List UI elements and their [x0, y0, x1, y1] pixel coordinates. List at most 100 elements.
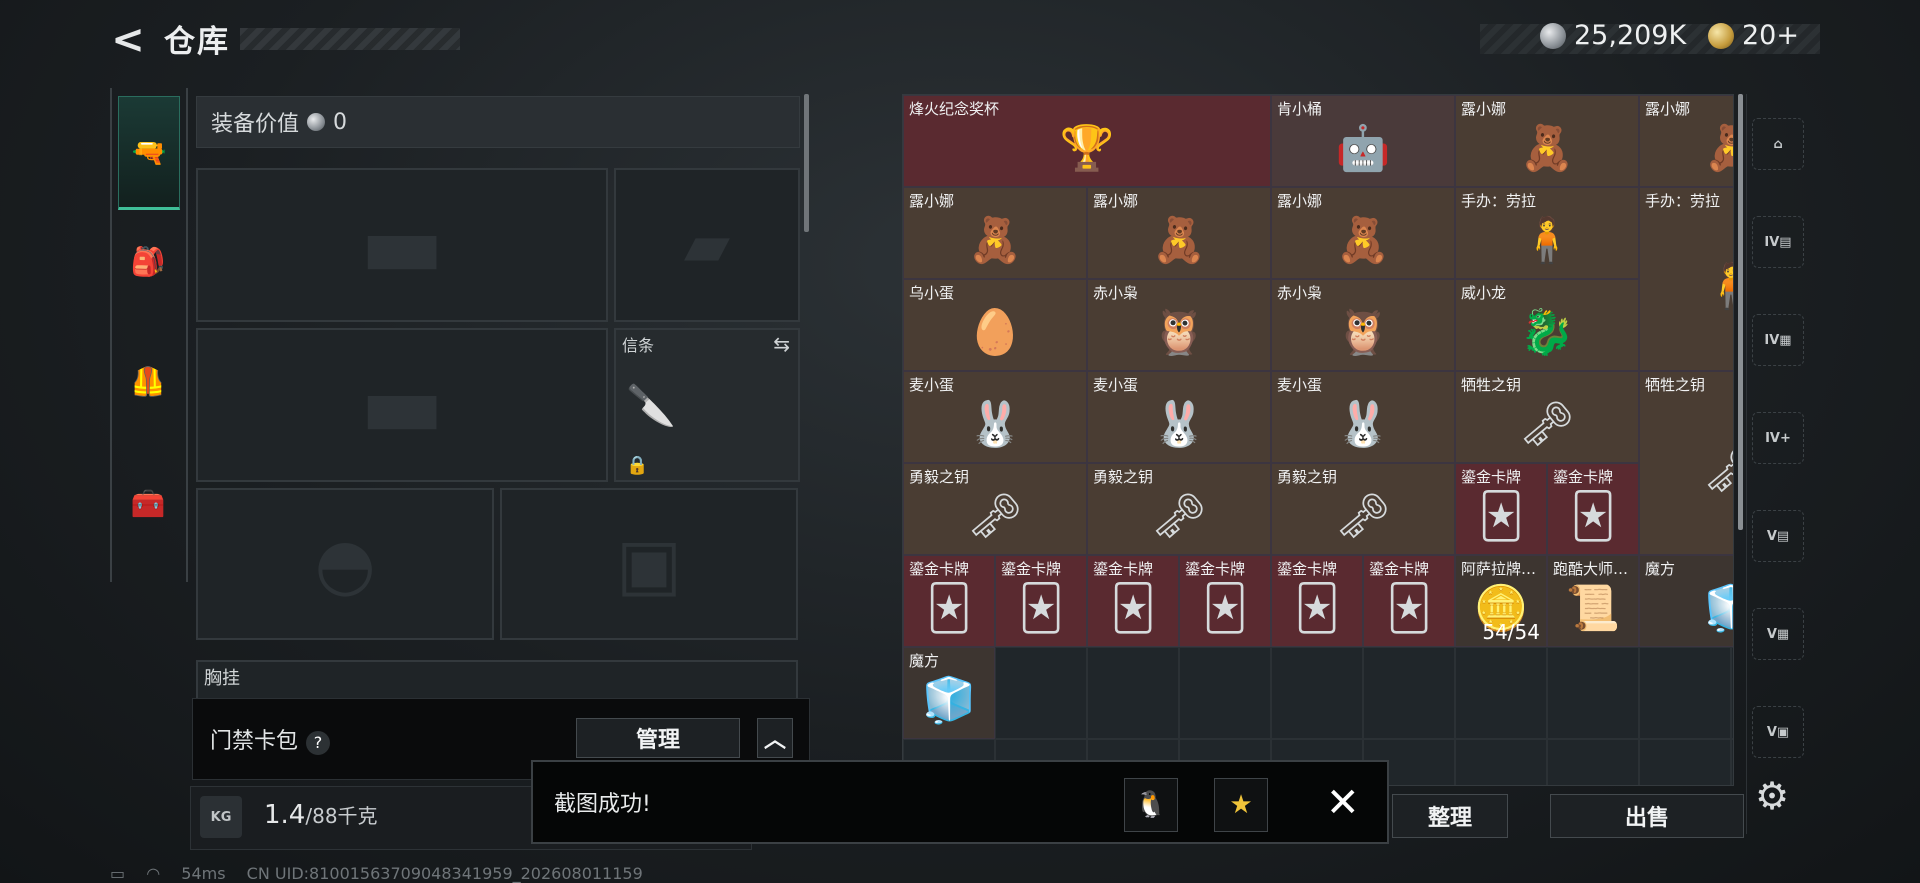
helmet-slot[interactable]: ◓ [196, 488, 494, 640]
inventory-item[interactable]: 勇毅之钥 🗝 [903, 463, 1087, 555]
storage-iv-1-icon[interactable]: IV▤ [1752, 216, 1804, 268]
grid-cell-empty[interactable] [1179, 647, 1271, 739]
grid-cell-empty[interactable] [1455, 739, 1547, 785]
status-bar: ▭ ◠ 54ms CN UID:81001563709048341959_202… [110, 864, 659, 883]
access-card-label: 门禁卡包? [210, 723, 331, 755]
inventory-item[interactable]: 露小娜🧸 [1639, 95, 1733, 187]
inventory-item[interactable]: 麦小蛋 🐰 [1087, 371, 1271, 463]
inventory-item[interactable]: 魔方🧊 [903, 647, 995, 739]
grid-cell-empty[interactable] [1455, 647, 1547, 739]
helmet-silhouette-icon: ◓ [314, 523, 376, 605]
inventory-item[interactable]: 鎏金卡牌 🃏 [995, 555, 1087, 647]
inventory-item[interactable]: 勇毅之钥 🗝 [1087, 463, 1271, 555]
item-icon: 🧊 [1640, 570, 1733, 646]
back-arrow-icon[interactable]: < [108, 18, 148, 62]
grid-cell-empty[interactable] [1547, 647, 1639, 739]
vest-icon: 🦺 [130, 364, 166, 398]
item-icon: 🧸 [1519, 123, 1575, 174]
close-icon[interactable]: ✕ [1326, 780, 1360, 826]
star-share-icon[interactable]: ★ [1214, 778, 1268, 832]
primary-weapon-slot[interactable]: ▬ [196, 168, 608, 322]
grid-cell-empty[interactable] [1363, 647, 1455, 739]
inventory-item[interactable]: 鎏金卡牌 🃏 [1547, 463, 1639, 555]
storage-iv-add-icon[interactable]: IV+ [1752, 412, 1804, 464]
inventory-item[interactable]: 鎏金卡牌 🃏 [1455, 463, 1547, 555]
inventory-item[interactable]: 赤小枭 🦉 [1087, 279, 1271, 371]
inventory-item[interactable]: 鎏金卡牌 🃏 [1087, 555, 1179, 647]
sell-button[interactable]: 出售 [1550, 794, 1744, 838]
inventory-item[interactable]: 露小娜🧸 [1087, 187, 1271, 279]
secondary-weapon-slot[interactable]: ▬ [196, 328, 608, 482]
inventory-item[interactable]: 麦小蛋 🐰 [1271, 371, 1455, 463]
item-icon: 🐰 [1151, 399, 1207, 450]
tab-backpack[interactable]: 🎒 [118, 206, 178, 316]
inventory-item[interactable]: 赤小枭 🦉 [1271, 279, 1455, 371]
storage-v-3-icon[interactable]: V▣ [1752, 706, 1804, 758]
currency-silver[interactable]: 25,209K [1540, 20, 1686, 51]
item-icon: 🐰 [1335, 399, 1391, 450]
manage-button[interactable]: 管理 [576, 718, 740, 758]
storage-v-2-icon[interactable]: V▦ [1752, 608, 1804, 660]
swap-icon[interactable]: ⇆ [773, 332, 790, 356]
armor-slot[interactable]: ▣ [500, 488, 798, 640]
rifle-silhouette-icon: ▬ [359, 352, 445, 458]
grid-cell-empty[interactable] [1731, 647, 1733, 739]
inventory-item[interactable]: 阿萨拉牌… 🪙 54/54 [1455, 555, 1547, 647]
qq-share-icon[interactable]: 🐧 [1124, 778, 1178, 832]
chest-rig-slot[interactable]: 胸挂 [196, 660, 798, 700]
silver-coin-icon [307, 113, 326, 131]
grid-cell-empty[interactable] [1087, 647, 1179, 739]
safe-box-icon[interactable]: ⌂ [1752, 118, 1804, 170]
inventory-item[interactable]: 牺牲之钥🗝 [1639, 371, 1733, 555]
inventory-item[interactable]: 手办：劳拉🧍 [1639, 187, 1733, 371]
inventory-item[interactable]: 露小娜🧸 [903, 187, 1087, 279]
inventory-item[interactable]: 露小娜🧸 [1455, 95, 1639, 187]
inventory-item[interactable]: 牺牲之钥🗝 [1455, 371, 1639, 463]
grid-cell-empty[interactable] [1547, 739, 1639, 785]
grid-cell-empty[interactable] [1639, 739, 1731, 785]
inventory-item[interactable]: 魔方🧊 [1639, 555, 1733, 647]
item-icon: 🐉 [1519, 307, 1575, 358]
inventory-item[interactable]: 麦小蛋 🐰 [903, 371, 1087, 463]
melee-slot[interactable]: 信条 ⇆ 🔪 🔒 [614, 328, 800, 482]
tab-weapons[interactable]: 🔫 [118, 96, 180, 210]
grid-cell-empty[interactable] [995, 647, 1087, 739]
sort-button[interactable]: 整理 [1392, 794, 1508, 838]
inventory-item[interactable]: 鎏金卡牌 🃏 [1363, 555, 1455, 647]
grid-cell-empty[interactable] [1271, 647, 1363, 739]
inventory-scrollbar[interactable] [1738, 94, 1743, 530]
inventory-item[interactable]: 威小龙 🐉 [1455, 279, 1639, 371]
inventory-item[interactable]: 手办：劳拉🧍 [1455, 187, 1639, 279]
storage-iv-2-icon[interactable]: IV▦ [1752, 314, 1804, 366]
item-icon: 🦉 [1151, 307, 1207, 358]
tab-toolbox[interactable]: 🧰 [118, 448, 178, 558]
item-icon: 🃏 [1478, 490, 1524, 542]
grid-cell-empty[interactable] [1639, 647, 1731, 739]
tab-vest[interactable]: 🦺 [118, 326, 178, 436]
item-icon: 🐰 [967, 399, 1023, 450]
inventory-item[interactable]: 乌小蛋 🥚 [903, 279, 1087, 371]
inventory-item[interactable]: 鎏金卡牌 🃏 [1179, 555, 1271, 647]
equipment-scrollbar[interactable] [804, 94, 809, 232]
inventory-item[interactable]: 露小娜🧸 [1271, 187, 1455, 279]
item-icon: 🥚 [967, 307, 1023, 358]
currency-gold[interactable]: 20+ [1708, 20, 1799, 51]
storage-v-1-icon[interactable]: V▤ [1752, 510, 1804, 562]
weight-value: 1.4/88千克 [264, 800, 378, 830]
grid-cell-empty[interactable] [1731, 739, 1733, 785]
inventory-item[interactable]: 勇毅之钥 🗝 [1271, 463, 1455, 555]
inventory-item[interactable]: 鎏金卡牌 🃏 [903, 555, 995, 647]
item-icon: 🗝 [1151, 491, 1207, 542]
gear-icon[interactable]: ⚙ [1755, 774, 1789, 818]
pistol-slot[interactable]: ▰ [614, 168, 800, 322]
item-icon: 🃏 [1110, 582, 1156, 634]
inventory-item[interactable]: 跑酷大师… 📜 [1547, 555, 1639, 647]
inventory-item[interactable]: 肯小桶 🤖 [1271, 95, 1455, 187]
inventory-grid[interactable]: 烽火纪念奖杯🏆肯小桶🤖露小娜🧸露小娜🧸露小娜🧸露小娜🧸露小娜🧸手办：劳拉🧍手办：… [902, 94, 1734, 786]
inventory-item[interactable]: 烽火纪念奖杯 🏆 [903, 95, 1271, 187]
inventory-item[interactable]: 鎏金卡牌 🃏 [1271, 555, 1363, 647]
collapse-chevron-icon[interactable]: ︿ [757, 718, 793, 758]
help-icon[interactable]: ? [306, 731, 331, 755]
equipment-value: 0 [333, 109, 348, 135]
battery-icon: ▭ [110, 864, 126, 883]
